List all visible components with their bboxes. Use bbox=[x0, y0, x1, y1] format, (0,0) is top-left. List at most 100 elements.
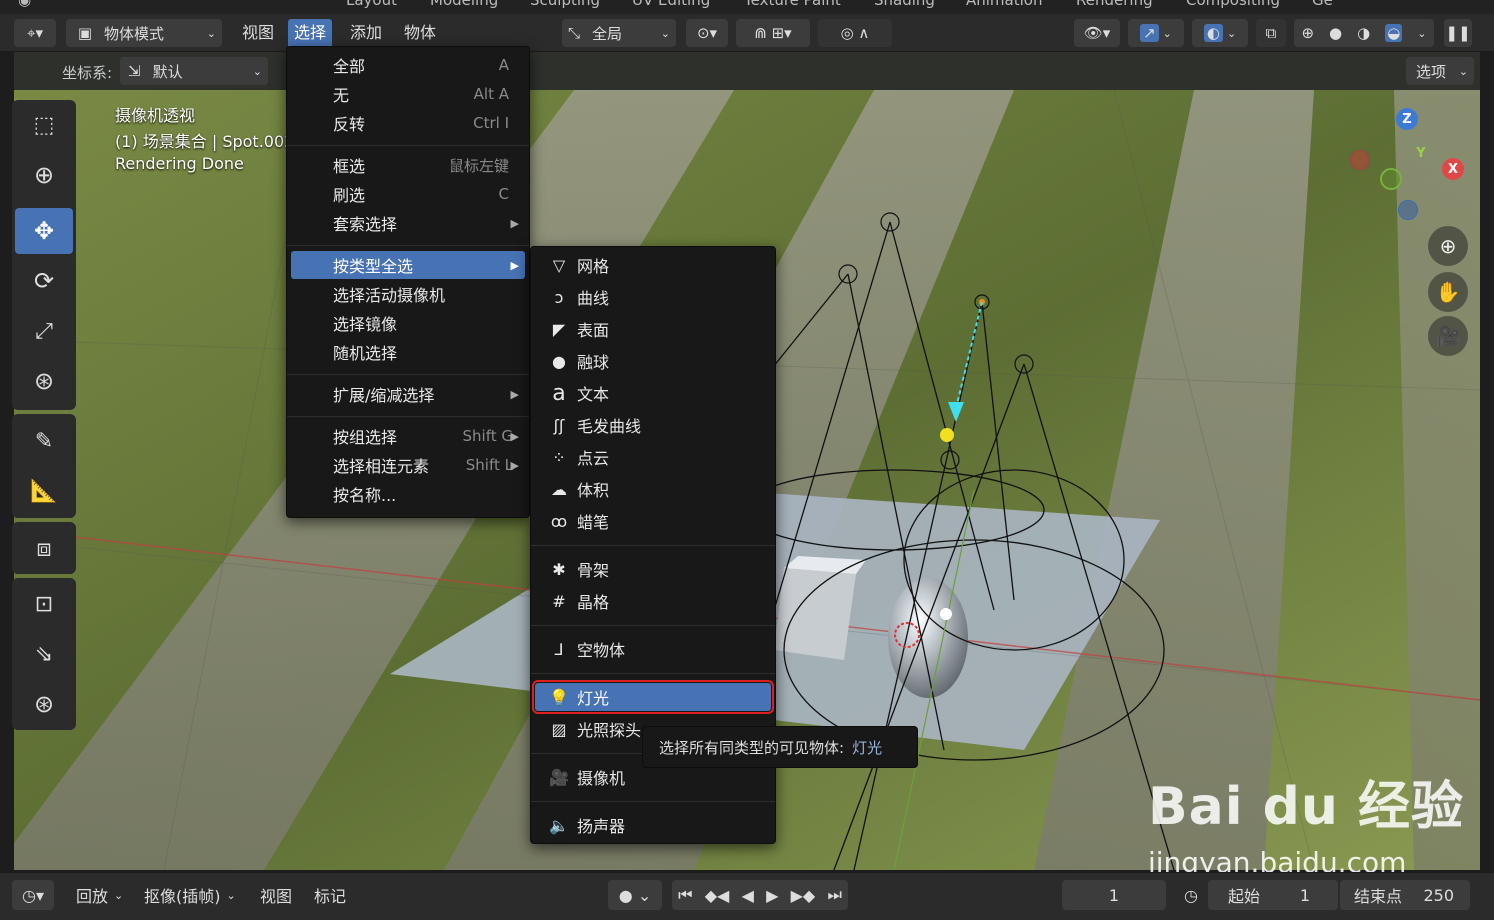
tab-animation[interactable]: Animation bbox=[966, 0, 1042, 9]
overlay-toggle[interactable]: ◐ ⌄ bbox=[1192, 19, 1248, 47]
timeline-editor-type-button[interactable]: ◷▾ bbox=[12, 880, 54, 910]
type-item-empty[interactable]: ⅃ 空物体 bbox=[535, 635, 771, 663]
text-icon: a bbox=[552, 380, 566, 406]
solid-shading-icon[interactable]: ● bbox=[1329, 24, 1342, 42]
editor-type-button[interactable]: ⌖▾ bbox=[14, 19, 56, 47]
menu-item-select-active-camera[interactable]: 选择活动摄像机 bbox=[291, 280, 525, 308]
snap-button[interactable]: ⋒ ⊞▾ bbox=[736, 19, 810, 47]
xray-toggle[interactable]: ⧉ bbox=[1256, 19, 1286, 47]
scale-tool[interactable]: ⤢ bbox=[15, 308, 73, 354]
menu-item-select-more-less[interactable]: 扩展/缩减选择 ▶ bbox=[291, 380, 525, 408]
gizmo-neg-z[interactable] bbox=[1398, 200, 1418, 220]
menu-select[interactable]: 选择 bbox=[288, 19, 333, 47]
type-item-grease-pencil[interactable]: ꝏ 蜡笔 bbox=[535, 507, 771, 535]
gizmo-toggle[interactable]: ↗ ⌄ bbox=[1128, 19, 1184, 47]
shading-mode-group[interactable]: ⊕ ● ◑ ◒ ⌄ bbox=[1294, 19, 1434, 47]
menu-item-circle-select[interactable]: 刷选 C bbox=[291, 180, 525, 208]
tab-ge[interactable]: Ge bbox=[1312, 0, 1333, 9]
add-cube-tool[interactable]: ⧈ bbox=[15, 525, 73, 571]
menu-add[interactable]: 添加 bbox=[344, 19, 388, 47]
measure-tool[interactable]: 📐 bbox=[15, 468, 73, 514]
play-icon[interactable]: ▶ bbox=[766, 886, 778, 905]
prev-keyframe-icon[interactable]: ◆◀ bbox=[705, 886, 730, 905]
rendered-shading-icon[interactable]: ◒ bbox=[1385, 24, 1403, 42]
menu-item-select-all[interactable]: 全部 A bbox=[291, 51, 525, 79]
camera-view-icon[interactable]: 🎥 bbox=[1428, 316, 1468, 356]
extra-tool-3[interactable]: ⊛ bbox=[15, 681, 73, 727]
extra-tool-1[interactable]: ⊡ bbox=[15, 581, 73, 627]
play-reverse-icon[interactable]: ◀ bbox=[742, 886, 754, 905]
wireframe-shading-icon[interactable]: ⊕ bbox=[1301, 24, 1314, 42]
menu-item-select-none[interactable]: 无 Alt A bbox=[291, 80, 525, 108]
keying-menu[interactable]: 抠像(插帧) ⌄ bbox=[144, 880, 236, 910]
type-item-surface[interactable]: ◤ 表面 bbox=[535, 315, 771, 343]
menu-item-select-grouped[interactable]: 按组选择 Shift G ▶ bbox=[291, 422, 525, 450]
tooltip: 选择所有同类型的可见物体: 灯光 bbox=[642, 726, 918, 768]
menu-item-select-mirror[interactable]: 选择镜像 bbox=[291, 309, 525, 337]
type-item-lattice[interactable]: # 晶格 bbox=[535, 587, 771, 615]
extra-tool-2[interactable]: ⇘ bbox=[15, 631, 73, 677]
type-item-armature[interactable]: ✱ 骨架 bbox=[535, 555, 771, 583]
type-item-point-cloud[interactable]: ⁘ 点云 bbox=[535, 443, 771, 471]
transform-orientation-dropdown[interactable]: ⤡ 全局 ⌄ bbox=[562, 19, 676, 47]
type-item-metaball[interactable]: ● 融球 bbox=[535, 347, 771, 375]
auto-keying-toggle[interactable]: ● ⌄ bbox=[608, 880, 662, 910]
type-item-volume[interactable]: ☁ 体积 bbox=[535, 475, 771, 503]
type-item-mesh[interactable]: ▽ 网格 bbox=[535, 251, 771, 279]
tab-rendering[interactable]: Rendering bbox=[1076, 0, 1153, 9]
timeline-view-menu[interactable]: 视图 bbox=[260, 880, 292, 910]
playback-menu[interactable]: 回放 ⌄ bbox=[76, 880, 123, 910]
preview-range-icon[interactable]: ◷ bbox=[1176, 880, 1206, 910]
tab-layout[interactable]: Layout bbox=[346, 0, 397, 9]
tab-compositing[interactable]: Compositing bbox=[1186, 0, 1280, 9]
tab-sculpting[interactable]: Sculpting bbox=[530, 0, 600, 9]
gizmo-neg-y[interactable] bbox=[1380, 168, 1402, 190]
transform-tool[interactable]: ⊛ bbox=[15, 358, 73, 404]
cursor-tool[interactable]: ⊕ bbox=[15, 152, 73, 198]
gizmo-neg-x[interactable] bbox=[1350, 150, 1370, 170]
visibility-button[interactable]: 👁▾ bbox=[1074, 19, 1120, 47]
gizmo-z-axis[interactable]: Z bbox=[1396, 108, 1418, 130]
annotate-tool[interactable]: ✎ bbox=[15, 418, 73, 464]
coord-system-dropdown[interactable]: ⇲ 默认 ⌄ bbox=[120, 57, 268, 85]
type-item-hair-curves[interactable]: ʃʃ 毛发曲线 bbox=[535, 411, 771, 439]
menu-item-lasso-select[interactable]: 套索选择 ▶ bbox=[291, 209, 525, 237]
options-dropdown[interactable]: 选项 ⌄ bbox=[1406, 57, 1474, 85]
jump-end-icon[interactable]: ⏭ bbox=[827, 885, 841, 905]
current-frame-field[interactable]: 1 bbox=[1062, 880, 1166, 910]
move-tool[interactable]: ✥ bbox=[15, 208, 73, 254]
gizmo-y-axis[interactable]: Y bbox=[1410, 142, 1432, 164]
type-item-speaker[interactable]: 🔈 扬声器 bbox=[535, 811, 771, 839]
next-keyframe-icon[interactable]: ▶◆ bbox=[791, 886, 816, 905]
tab-shading[interactable]: Shading bbox=[874, 0, 935, 9]
end-frame-field[interactable]: 结束点 250 bbox=[1340, 880, 1470, 910]
mode-dropdown[interactable]: ▣ 物体模式 ⌄ bbox=[66, 19, 222, 47]
tab-texture-paint[interactable]: Texture Paint bbox=[744, 0, 841, 9]
type-item-curve[interactable]: ↄ 曲线 bbox=[535, 283, 771, 311]
material-shading-icon[interactable]: ◑ bbox=[1357, 24, 1370, 42]
start-frame-field[interactable]: 起始 1 bbox=[1208, 880, 1338, 910]
blender-logo-icon[interactable]: ◉ bbox=[18, 0, 31, 9]
pan-hand-icon[interactable]: ✋ bbox=[1428, 272, 1468, 312]
marker-menu[interactable]: 标记 bbox=[314, 880, 346, 910]
menu-view[interactable]: 视图 bbox=[236, 19, 280, 47]
menu-object[interactable]: 物体 bbox=[398, 19, 442, 47]
tab-uv-editing[interactable]: UV Editing bbox=[632, 0, 710, 9]
menu-item-select-all-by-type[interactable]: 按类型全选 ▶ bbox=[291, 251, 525, 279]
menu-item-select-linked[interactable]: 选择相连元素 Shift L ▶ bbox=[291, 451, 525, 479]
rotate-tool[interactable]: ⟳ bbox=[15, 258, 73, 304]
type-item-light[interactable]: 💡 灯光 bbox=[532, 680, 774, 714]
select-box-tool[interactable]: ⬚ bbox=[15, 102, 73, 148]
pause-render-button[interactable]: ❚❚ bbox=[1444, 19, 1472, 47]
jump-start-icon[interactable]: ⏮ bbox=[678, 885, 692, 905]
menu-item-select-pattern[interactable]: 按名称... bbox=[291, 480, 525, 508]
type-item-text[interactable]: a 文本 bbox=[535, 379, 771, 407]
menu-item-invert[interactable]: 反转 Ctrl I bbox=[291, 109, 525, 137]
proportional-edit-button[interactable]: ◎ ∧ bbox=[818, 19, 892, 47]
menu-item-select-random[interactable]: 随机选择 bbox=[291, 338, 525, 366]
gizmo-x-axis[interactable]: X bbox=[1442, 158, 1464, 180]
menu-item-box-select[interactable]: 框选 鼠标左键 bbox=[291, 151, 525, 179]
pivot-point-button[interactable]: ⊙▾ bbox=[686, 19, 728, 47]
zoom-icon[interactable]: ⊕ bbox=[1428, 226, 1468, 266]
tab-modeling[interactable]: Modeling bbox=[430, 0, 498, 9]
